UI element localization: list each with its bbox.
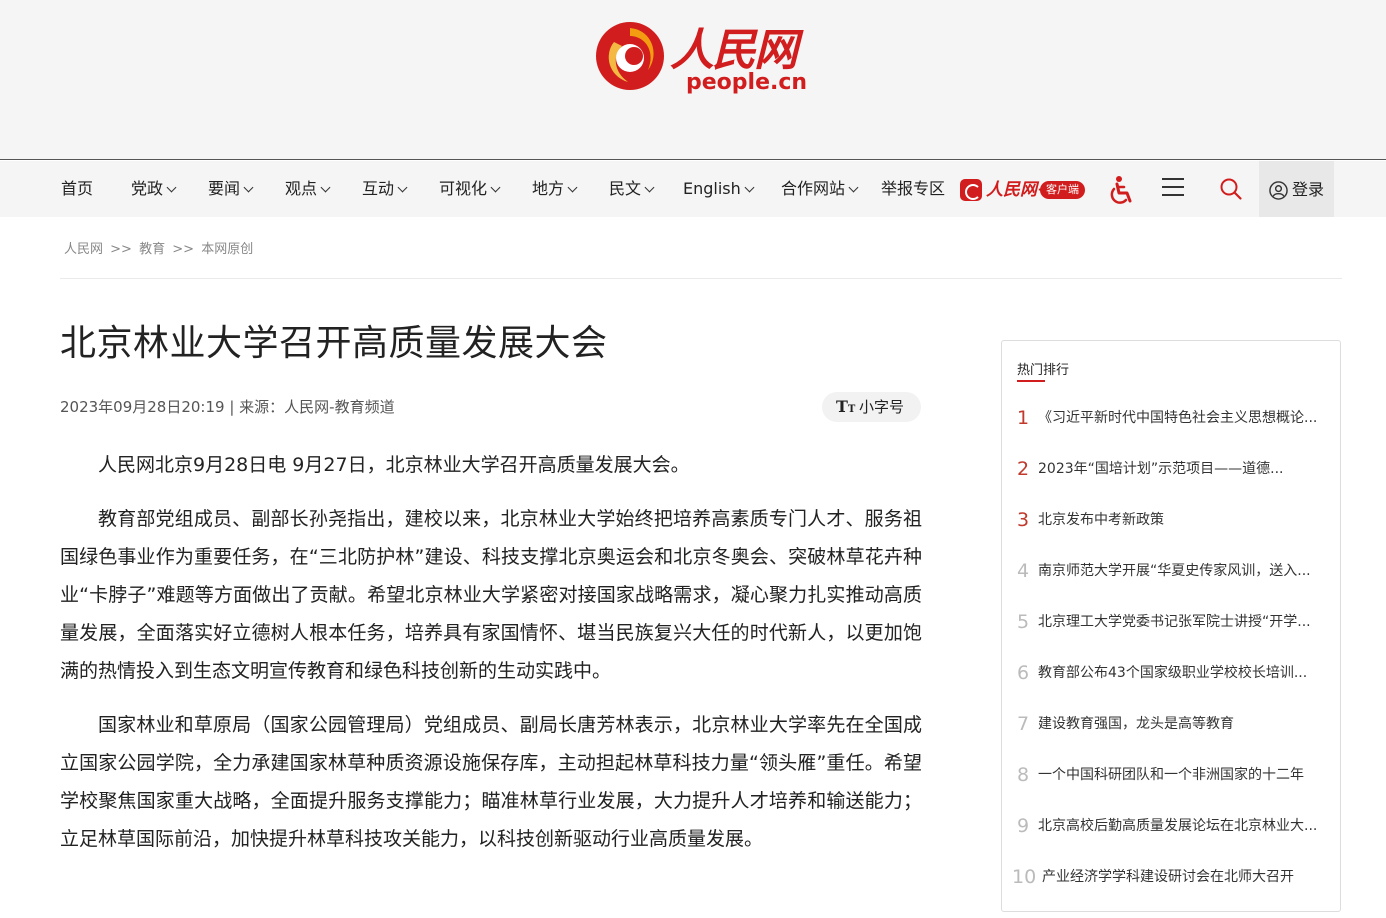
list-item[interactable]: 7 建设教育强国，龙头是高等教育	[1002, 699, 1342, 750]
article-paragraph: 人民网北京9月28日电 9月27日，北京林业大学召开高质量发展大会。	[98, 454, 690, 476]
nav-label: 党政	[131, 179, 164, 198]
chevron-down-icon	[567, 182, 578, 193]
nav-item-opinion[interactable]: 观点	[285, 161, 331, 217]
site-header: 人民网 people.cn	[0, 0, 1386, 160]
chevron-down-icon	[397, 182, 408, 193]
list-item[interactable]: 10 产业经济学学科建设研讨会在北师大召开	[1002, 852, 1342, 903]
nav-label: 地方	[532, 179, 565, 198]
article-meta: 2023年09月28日20:19 | 来源：人民网-教育频道	[60, 398, 395, 416]
breadcrumb-item[interactable]: 教育	[139, 242, 165, 257]
chevron-down-icon	[848, 182, 859, 193]
site-logo[interactable]: 人民网 people.cn	[594, 14, 810, 98]
login-label: 登录	[1292, 180, 1325, 199]
breadcrumb: 人民网 >> 教育 >> 本网原创	[64, 238, 253, 257]
list-item-link[interactable]: 一个中国科研团队和一个非洲国家的十二年	[1038, 764, 1320, 786]
breadcrumb-item[interactable]: 人民网	[64, 242, 103, 257]
rank-number: 1	[1017, 407, 1030, 429]
nav-item-local[interactable]: 地方	[532, 161, 578, 217]
rank-number: 6	[1017, 662, 1030, 684]
list-item-link[interactable]: 2023年“国培计划”示范项目——道德...	[1038, 458, 1320, 480]
chevron-down-icon	[490, 182, 501, 193]
rank-number: 4	[1017, 560, 1030, 582]
menu-icon[interactable]	[1162, 178, 1184, 198]
title-underline	[1017, 380, 1045, 382]
list-item-link[interactable]: 教育部公布43个国家级职业学校校长培训...	[1038, 662, 1320, 684]
hot-ranking-panel: 热门排行 1 《习近平新时代中国特色社会主义思想概论... 2 2023年“国培计划…	[1001, 340, 1341, 912]
breadcrumb-separator: >>	[110, 242, 132, 257]
nav-label: 观点	[285, 179, 318, 198]
article-paragraph: 国家林业和草原局（国家公园管理局）党组成员、副局长唐芳林表示，北京林业大学率先在…	[60, 714, 922, 850]
nav-item-party[interactable]: 党政	[131, 161, 177, 217]
rank-number: 5	[1017, 611, 1030, 633]
list-item-link[interactable]: 南京师范大学开展“华夏史传家风训，送入...	[1038, 560, 1320, 582]
hot-ranking-title: 热门排行	[1017, 363, 1070, 378]
font-size-label: 小字号	[859, 398, 905, 416]
list-item[interactable]: 5 北京理工大学党委书记张军院士讲授“开学...	[1002, 597, 1342, 648]
rank-number: 8	[1017, 764, 1030, 786]
list-item[interactable]: 2 2023年“国培计划”示范项目——道德...	[1002, 444, 1342, 495]
login-button[interactable]: 登录	[1259, 161, 1334, 217]
app-logo-icon	[960, 179, 982, 201]
search-icon[interactable]	[1219, 177, 1243, 201]
list-item-link[interactable]: 北京发布中考新政策	[1038, 509, 1320, 531]
rank-number: 2	[1017, 458, 1030, 480]
nav-label: 要闻	[208, 179, 241, 198]
list-item-link[interactable]: 北京高校后勤高质量发展论坛在北京林业大...	[1038, 815, 1320, 837]
nav-item-interact[interactable]: 互动	[362, 161, 408, 217]
list-item[interactable]: 8 一个中国科研团队和一个非洲国家的十二年	[1002, 750, 1342, 801]
list-item-link[interactable]: 北京理工大学党委书记张军院士讲授“开学...	[1038, 611, 1320, 633]
nav-item-partners[interactable]: 合作网站	[781, 161, 859, 217]
breadcrumb-item[interactable]: 本网原创	[201, 242, 253, 257]
rank-number: 10	[1012, 866, 1037, 888]
nav-item-english[interactable]: English	[683, 161, 755, 217]
nav-item-home[interactable]: 首页	[61, 161, 93, 217]
list-item-link[interactable]: 《习近平新时代中国特色社会主义思想概论...	[1038, 407, 1320, 429]
list-item[interactable]: 1 《习近平新时代中国特色社会主义思想概论...	[1002, 393, 1342, 444]
logo-swirl-icon	[596, 22, 664, 90]
nav-label: 合作网站	[781, 179, 846, 198]
font-size-toggle-button[interactable]: TT 小字号	[822, 392, 921, 422]
user-icon	[1269, 181, 1288, 200]
list-item-link[interactable]: 建设教育强国，龙头是高等教育	[1038, 713, 1320, 735]
logo-english-text: people.cn	[686, 70, 808, 95]
app-tag: 客户端	[1040, 181, 1085, 199]
list-item[interactable]: 6 教育部公布43个国家级职业学校校长培训...	[1002, 648, 1342, 699]
chevron-down-icon	[166, 182, 177, 193]
nav-item-report[interactable]: 举报专区	[881, 161, 945, 217]
nav-label: 民文	[609, 179, 642, 198]
chevron-down-icon	[243, 182, 254, 193]
article-title: 北京林业大学召开高质量发展大会	[60, 323, 608, 364]
list-item-link[interactable]: 产业经济学学科建设研讨会在北师大召开	[1042, 866, 1324, 888]
article-paragraph: 教育部党组成员、副部长孙尧指出，建校以来，北京林业大学始终把培养高素质专门人才、…	[60, 508, 922, 682]
logo-chinese-text: 人民网	[670, 25, 798, 76]
article-body: 人民网北京9月28日电 9月27日，北京林业大学召开高质量发展大会。 教育部党组…	[60, 446, 922, 874]
nav-item-visual[interactable]: 可视化	[439, 161, 501, 217]
rank-number: 7	[1017, 713, 1030, 735]
main-nav: 首页 党政 要闻 观点 互动 可视化 地方 民文 English 合作网站 举报…	[0, 161, 1386, 217]
nav-label: English	[683, 179, 741, 198]
list-item[interactable]: 3 北京发布中考新政策	[1002, 495, 1342, 546]
chevron-down-icon	[644, 182, 655, 193]
rank-number: 3	[1017, 509, 1030, 531]
nav-label: 可视化	[439, 179, 488, 198]
nav-item-news[interactable]: 要闻	[208, 161, 254, 217]
accessibility-icon[interactable]	[1106, 175, 1136, 205]
chevron-down-icon	[320, 182, 331, 193]
hot-ranking-list: 1 《习近平新时代中国特色社会主义思想概论... 2 2023年“国培计划”示范项目…	[1002, 393, 1342, 903]
divider	[60, 278, 1342, 279]
nav-item-ethnic[interactable]: 民文	[609, 161, 655, 217]
font-size-icon: TT	[836, 397, 856, 416]
nav-label: 互动	[362, 179, 395, 198]
nav-label: 举报专区	[881, 179, 946, 198]
breadcrumb-separator: >>	[172, 242, 195, 257]
nav-label: 首页	[61, 179, 94, 198]
chevron-down-icon	[744, 182, 755, 193]
rank-number: 9	[1017, 815, 1030, 837]
list-item[interactable]: 9 北京高校后勤高质量发展论坛在北京林业大...	[1002, 801, 1342, 852]
list-item[interactable]: 4 南京师范大学开展“华夏史传家风训，送入...	[1002, 546, 1342, 597]
